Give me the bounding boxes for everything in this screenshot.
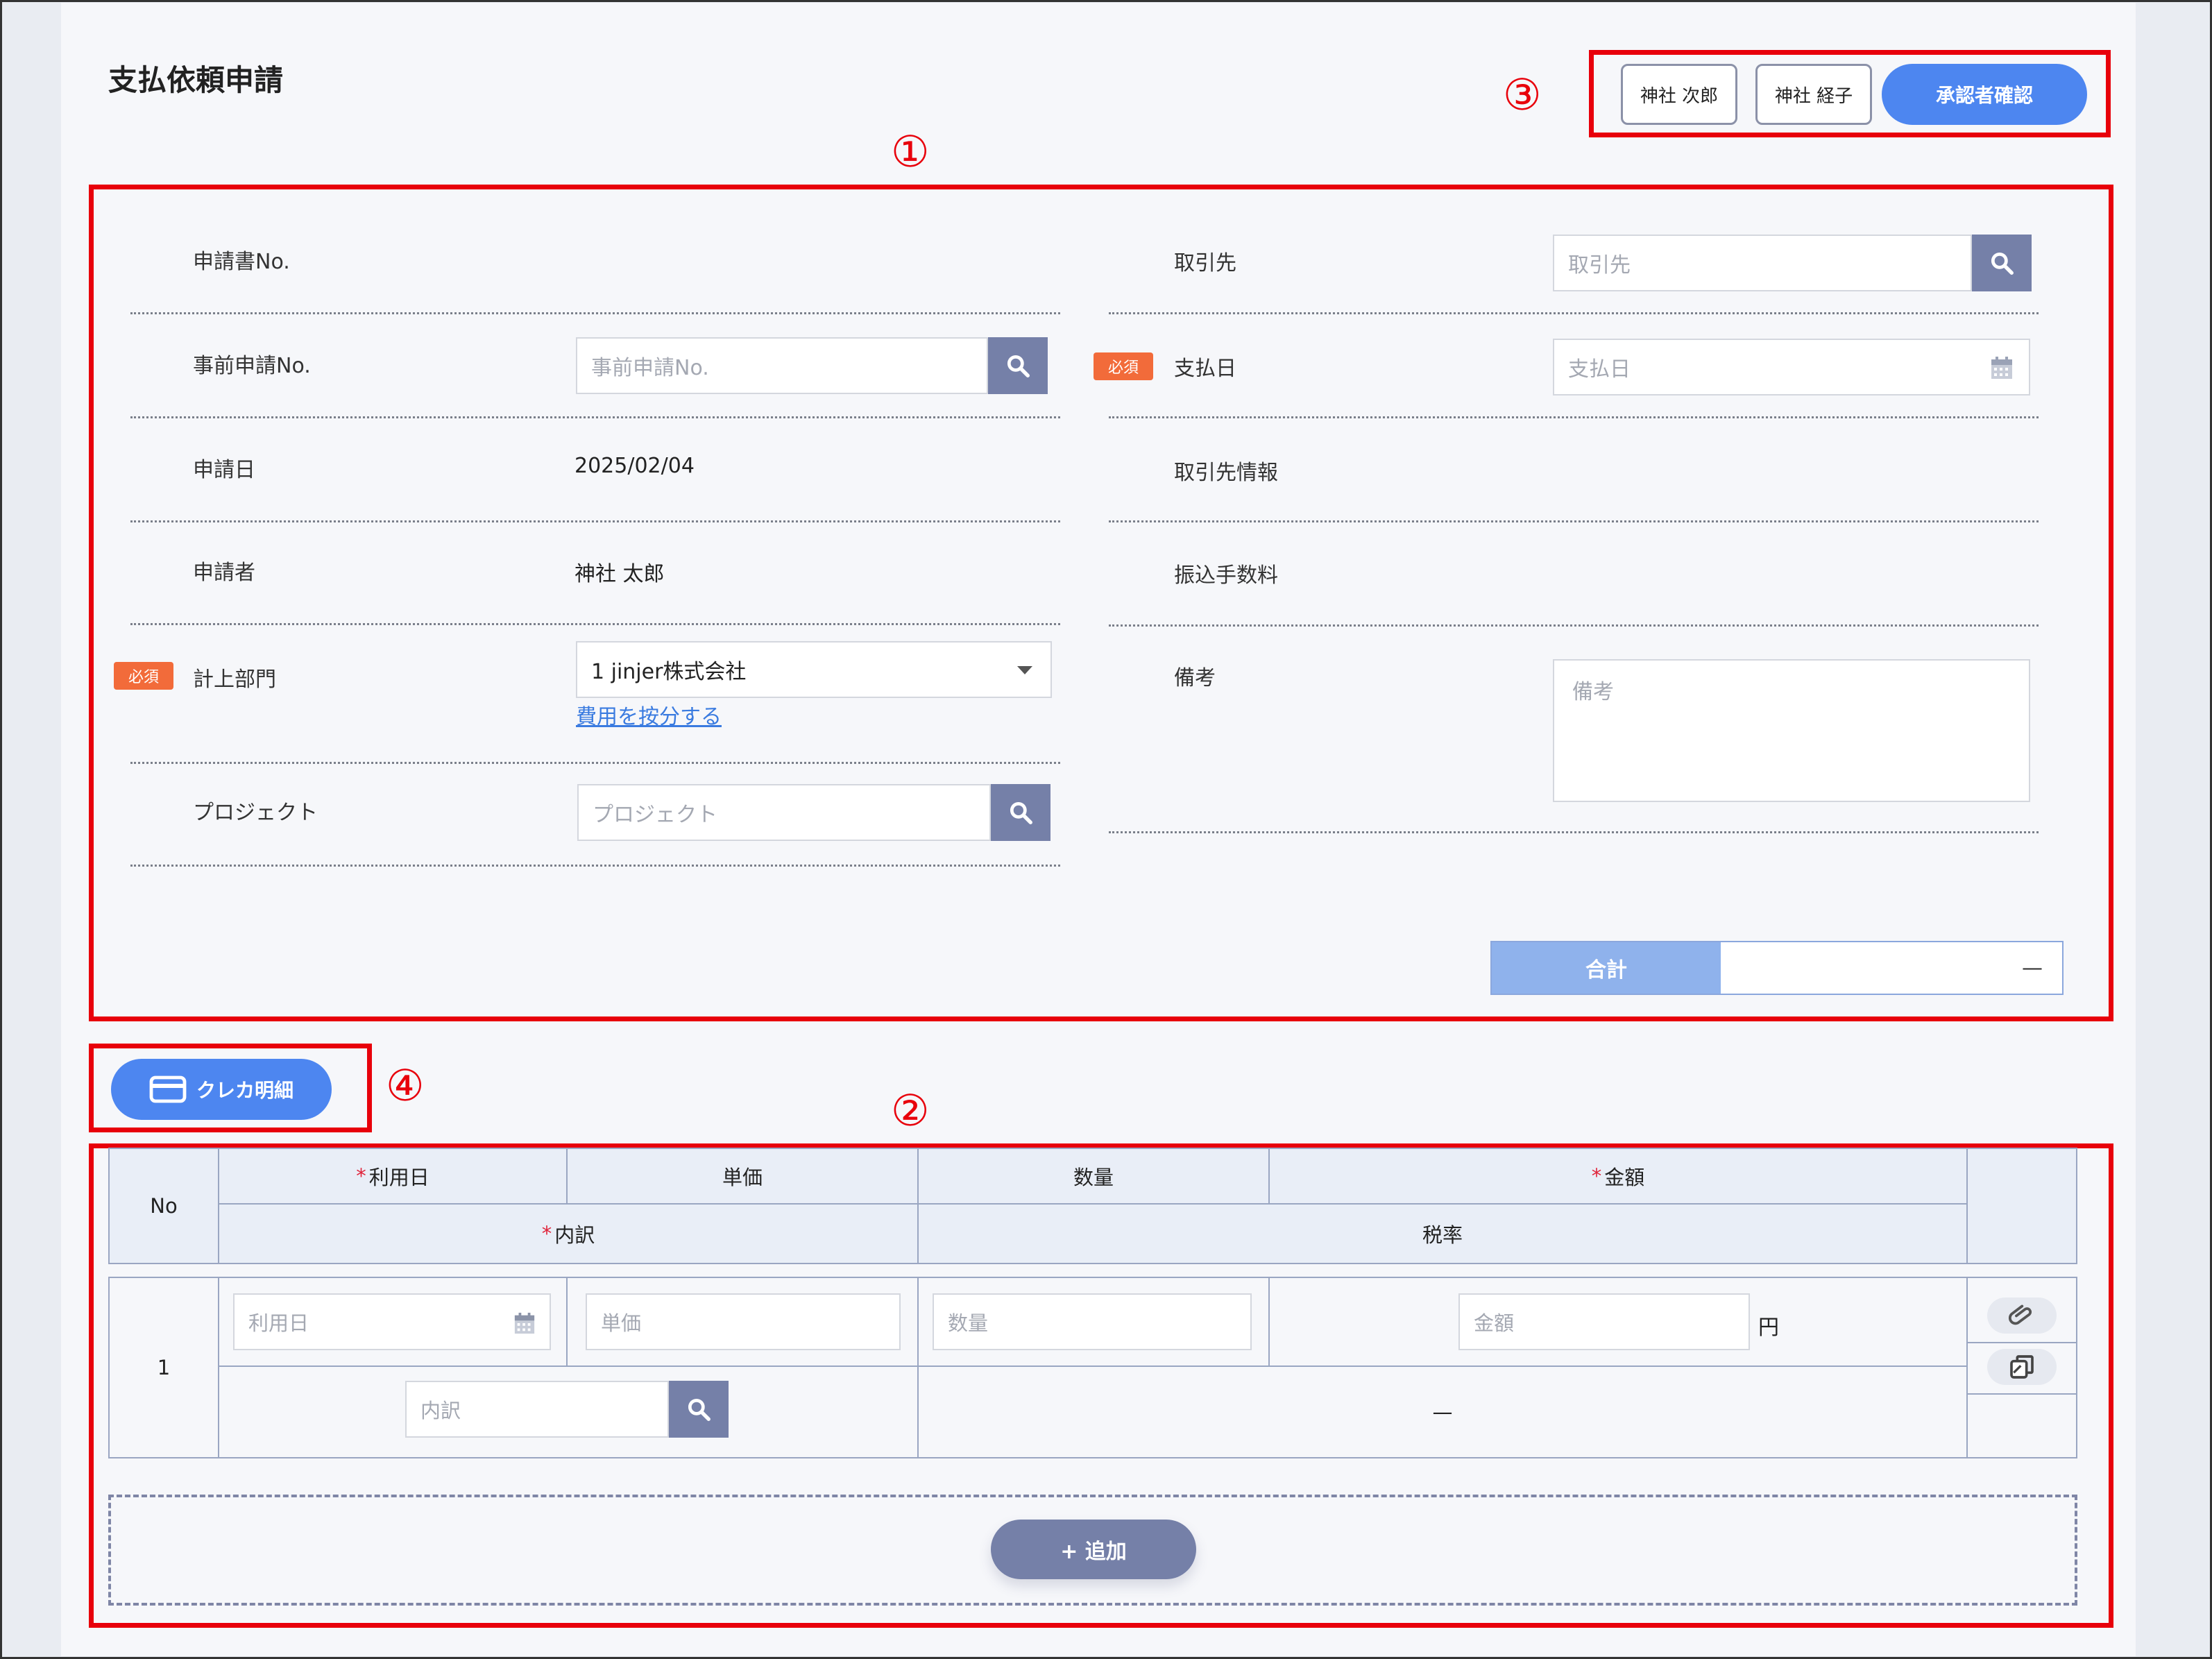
applicant-value: 神社 太郎 bbox=[575, 562, 665, 586]
allocate-cost-link[interactable]: 費用を按分する bbox=[576, 699, 722, 730]
search-icon bbox=[1007, 355, 1030, 377]
amount-input[interactable]: 金額 bbox=[1458, 1293, 1750, 1350]
credit-card-icon bbox=[149, 1075, 187, 1103]
divider bbox=[130, 416, 1060, 418]
note-textarea[interactable]: 備考 bbox=[1553, 659, 2030, 802]
currency-unit: 円 bbox=[1758, 1316, 1779, 1340]
divider bbox=[130, 623, 1060, 625]
vendor-input[interactable]: 取引先 bbox=[1553, 235, 1972, 291]
unit-price-input[interactable]: 単価 bbox=[586, 1293, 901, 1350]
paperclip-icon bbox=[2009, 1304, 2032, 1325]
calendar-icon bbox=[514, 1312, 535, 1334]
divider bbox=[1109, 831, 2039, 833]
project-search-button[interactable] bbox=[991, 784, 1050, 841]
pre-application-no-input[interactable]: 事前申請No. bbox=[576, 337, 988, 394]
divider bbox=[130, 865, 1060, 867]
divider bbox=[130, 520, 1060, 522]
search-icon bbox=[1010, 801, 1032, 824]
breakdown-search-button[interactable] bbox=[669, 1381, 729, 1438]
header-tax-rate: 税率 bbox=[917, 1203, 1968, 1264]
header-usage-date: * 利用日 bbox=[218, 1148, 568, 1205]
vendor-search-button[interactable] bbox=[1972, 235, 2032, 291]
vendor-label: 取引先 bbox=[1174, 251, 1236, 275]
total-value: — bbox=[2022, 955, 2043, 980]
payment-date-label: 支払日 bbox=[1174, 357, 1236, 381]
header-breakdown: * 内訳 bbox=[218, 1203, 919, 1264]
divider bbox=[130, 312, 1060, 314]
department-label: 計上部門 bbox=[193, 667, 276, 692]
total-label: 合計 bbox=[1492, 942, 1721, 994]
usage-date-input[interactable]: 利用日 bbox=[233, 1293, 551, 1350]
divider bbox=[130, 762, 1060, 764]
project-label: プロジェクト bbox=[193, 801, 318, 825]
total-summary: 合計 — bbox=[1490, 941, 2064, 995]
transfer-fee-label: 振込手数料 bbox=[1174, 563, 1278, 588]
row-no: 1 bbox=[108, 1277, 219, 1458]
application-date-value: 2025/02/04 bbox=[575, 454, 695, 478]
copy-row-button[interactable] bbox=[1987, 1349, 2057, 1385]
project-input[interactable]: プロジェクト bbox=[577, 784, 991, 841]
callout-4: ④ bbox=[386, 1060, 425, 1111]
approver-chip-2[interactable]: 神社 経子 bbox=[1755, 64, 1872, 125]
search-icon bbox=[688, 1398, 711, 1421]
pre-application-search-button[interactable] bbox=[988, 337, 1048, 394]
payment-date-input[interactable]: 支払日 bbox=[1553, 339, 2030, 395]
credit-card-button-label: クレカ明細 bbox=[196, 1079, 293, 1102]
header-unit-price: 単価 bbox=[566, 1148, 919, 1205]
callout-3: ③ bbox=[1503, 69, 1542, 120]
required-badge: 必須 bbox=[1094, 352, 1153, 380]
empty-action-cell bbox=[1966, 1393, 2077, 1458]
usage-date-placeholder: 利用日 bbox=[248, 1311, 309, 1335]
form-highlight-box bbox=[89, 185, 2113, 1021]
divider bbox=[1109, 520, 2039, 522]
header-amount: * 金額 bbox=[1268, 1148, 1968, 1205]
confirm-approvers-button[interactable]: 承認者確認 bbox=[1882, 64, 2087, 125]
applicant-label: 申請者 bbox=[193, 561, 255, 585]
callout-2: ② bbox=[891, 1085, 930, 1136]
header-no: No bbox=[108, 1148, 219, 1264]
department-select-value: 1 jinjer株式会社 bbox=[591, 660, 747, 684]
copy-icon bbox=[2010, 1355, 2034, 1379]
approver-chip-1[interactable]: 神社 次郎 bbox=[1621, 64, 1737, 125]
breakdown-input[interactable]: 内訳 bbox=[405, 1381, 669, 1438]
calendar-icon bbox=[1991, 357, 2012, 379]
credit-card-statement-button[interactable]: クレカ明細 bbox=[111, 1059, 332, 1120]
chevron-down-icon bbox=[1017, 666, 1032, 674]
add-row-button[interactable]: + 追加 bbox=[991, 1520, 1196, 1579]
divider bbox=[1109, 312, 2039, 314]
page-title: 支払依頼申請 bbox=[108, 63, 284, 97]
application-date-label: 申請日 bbox=[193, 458, 255, 482]
department-select[interactable]: 1 jinjer株式会社 bbox=[576, 641, 1052, 698]
note-label: 備考 bbox=[1174, 666, 1216, 690]
pre-application-no-label: 事前申請No. bbox=[193, 354, 311, 378]
callout-1: ① bbox=[891, 126, 930, 177]
header-actions bbox=[1966, 1148, 2077, 1264]
tax-rate-cell: — bbox=[917, 1366, 1968, 1458]
search-icon bbox=[1991, 252, 2014, 275]
divider bbox=[1109, 416, 2039, 418]
payment-date-placeholder: 支払日 bbox=[1568, 357, 1631, 382]
divider bbox=[1109, 624, 2039, 627]
required-badge: 必須 bbox=[114, 662, 173, 690]
quantity-input[interactable]: 数量 bbox=[933, 1293, 1252, 1350]
header-quantity: 数量 bbox=[917, 1148, 1270, 1205]
attach-file-button[interactable] bbox=[1987, 1298, 2057, 1334]
vendor-info-label: 取引先情報 bbox=[1174, 461, 1278, 485]
application-no-label: 申請書No. bbox=[193, 250, 290, 274]
tax-rate-value: — bbox=[1432, 1400, 1453, 1424]
